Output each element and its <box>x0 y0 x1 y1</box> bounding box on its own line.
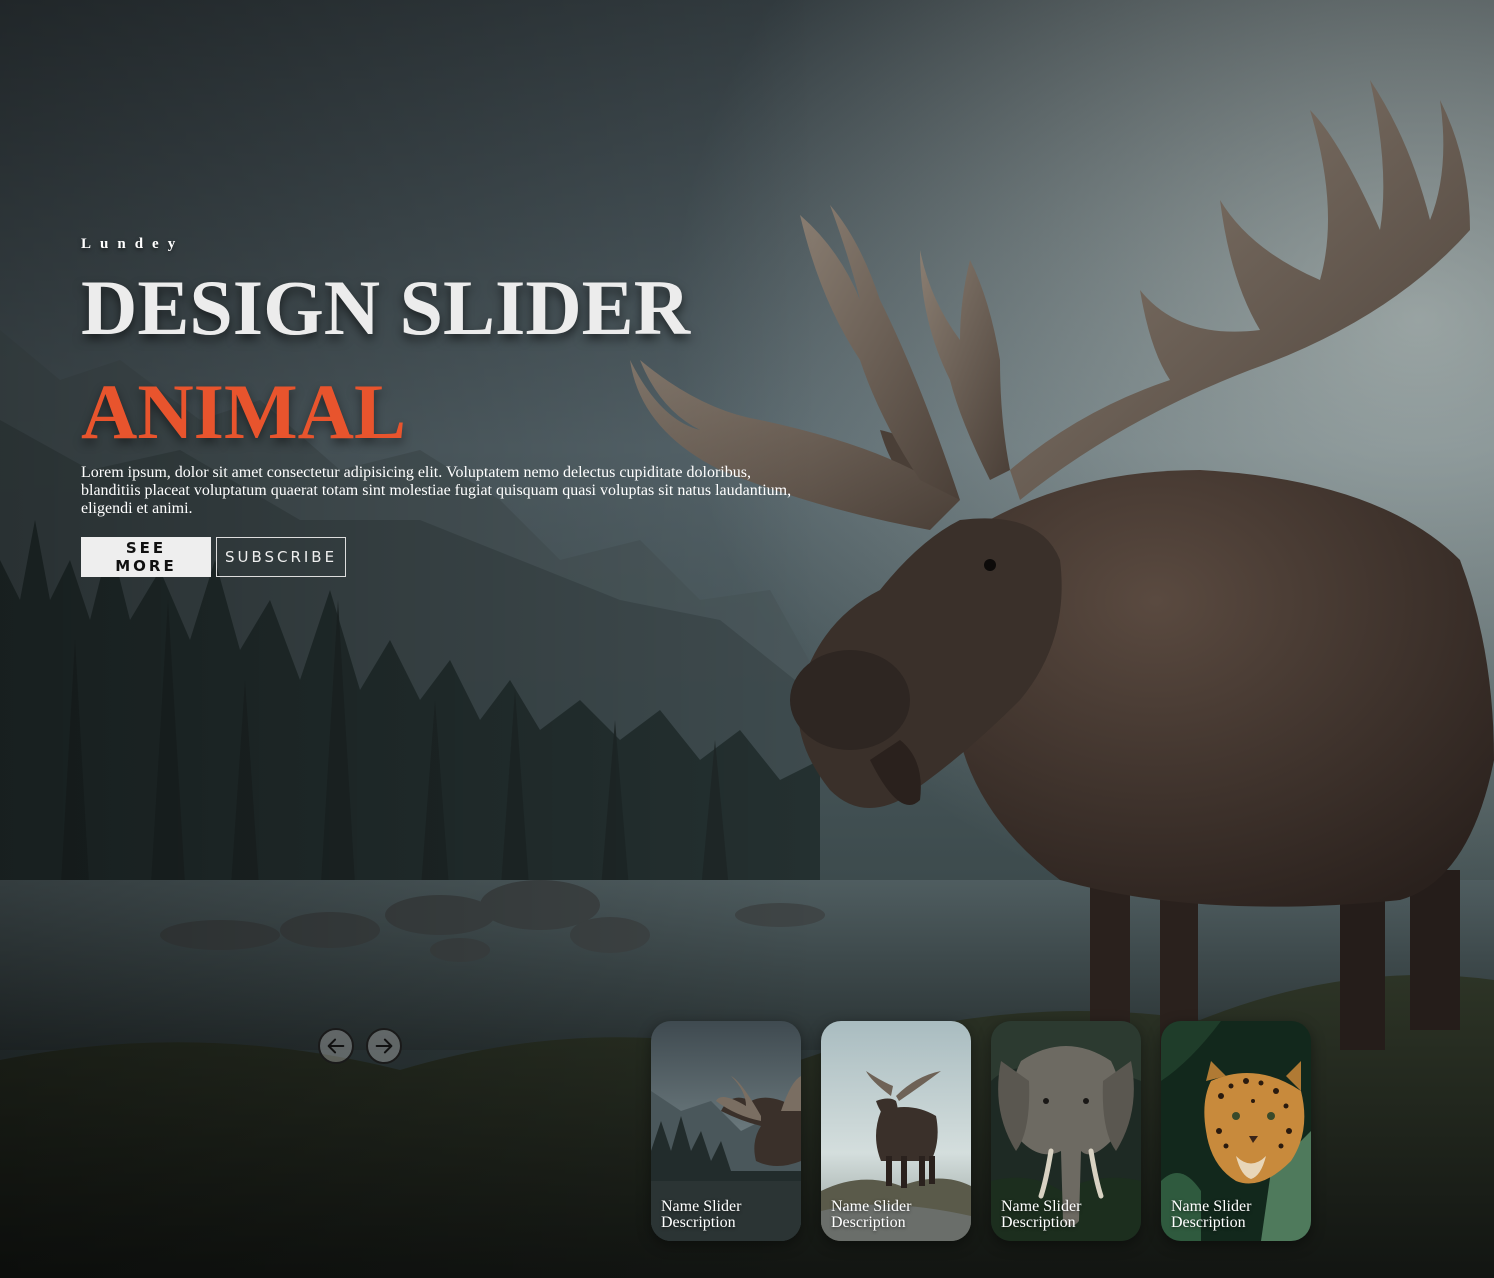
prev-button[interactable] <box>318 1028 354 1064</box>
arrow-right-icon <box>375 1038 393 1054</box>
author-label: Lundey <box>81 236 185 252</box>
thumbnail-item[interactable]: Name Slider Description <box>821 1021 971 1241</box>
thumbnail-strip: Name Slider Description Name Slider Desc… <box>651 1021 1311 1241</box>
thumbnail-description: Description <box>661 1214 736 1231</box>
slider-arrows <box>318 1028 402 1064</box>
hero-content: Lundey DESIGN SLIDER ANIMAL Lorem ipsum,… <box>81 236 801 577</box>
thumbnail-description: Description <box>1001 1214 1076 1231</box>
see-more-button[interactable]: SEE MORE <box>81 537 211 577</box>
slider-title: DESIGN SLIDER <box>81 264 691 351</box>
thumbnail-description: Description <box>831 1214 906 1231</box>
thumbnail-description: Description <box>1171 1214 1246 1231</box>
slider-description: Lorem ipsum, dolor sit amet consectetur … <box>81 464 792 517</box>
arrow-left-icon <box>327 1038 345 1054</box>
thumbnail-item[interactable]: Name Slider Description <box>1161 1021 1311 1241</box>
thumbnail-caption: Name Slider Description <box>1001 1199 1081 1231</box>
thumbnail-title: Name Slider <box>1001 1198 1082 1215</box>
thumbnail-caption: Name Slider Description <box>831 1199 911 1231</box>
subscribe-button[interactable]: SUBSCRIBE <box>216 537 346 577</box>
thumbnail-title: Name Slider <box>661 1198 742 1215</box>
hero-buttons: SEE MORE SUBSCRIBE <box>81 537 801 577</box>
thumbnail-caption: Name Slider Description <box>1171 1199 1251 1231</box>
thumbnail-caption: Name Slider Description <box>661 1199 741 1231</box>
thumbnail-item[interactable]: Name Slider Description <box>991 1021 1141 1241</box>
slider-topic: ANIMAL <box>81 368 406 455</box>
next-button[interactable] <box>366 1028 402 1064</box>
thumbnail-title: Name Slider <box>1171 1198 1252 1215</box>
thumbnail-title: Name Slider <box>831 1198 912 1215</box>
thumbnail-item[interactable]: Name Slider Description <box>651 1021 801 1241</box>
